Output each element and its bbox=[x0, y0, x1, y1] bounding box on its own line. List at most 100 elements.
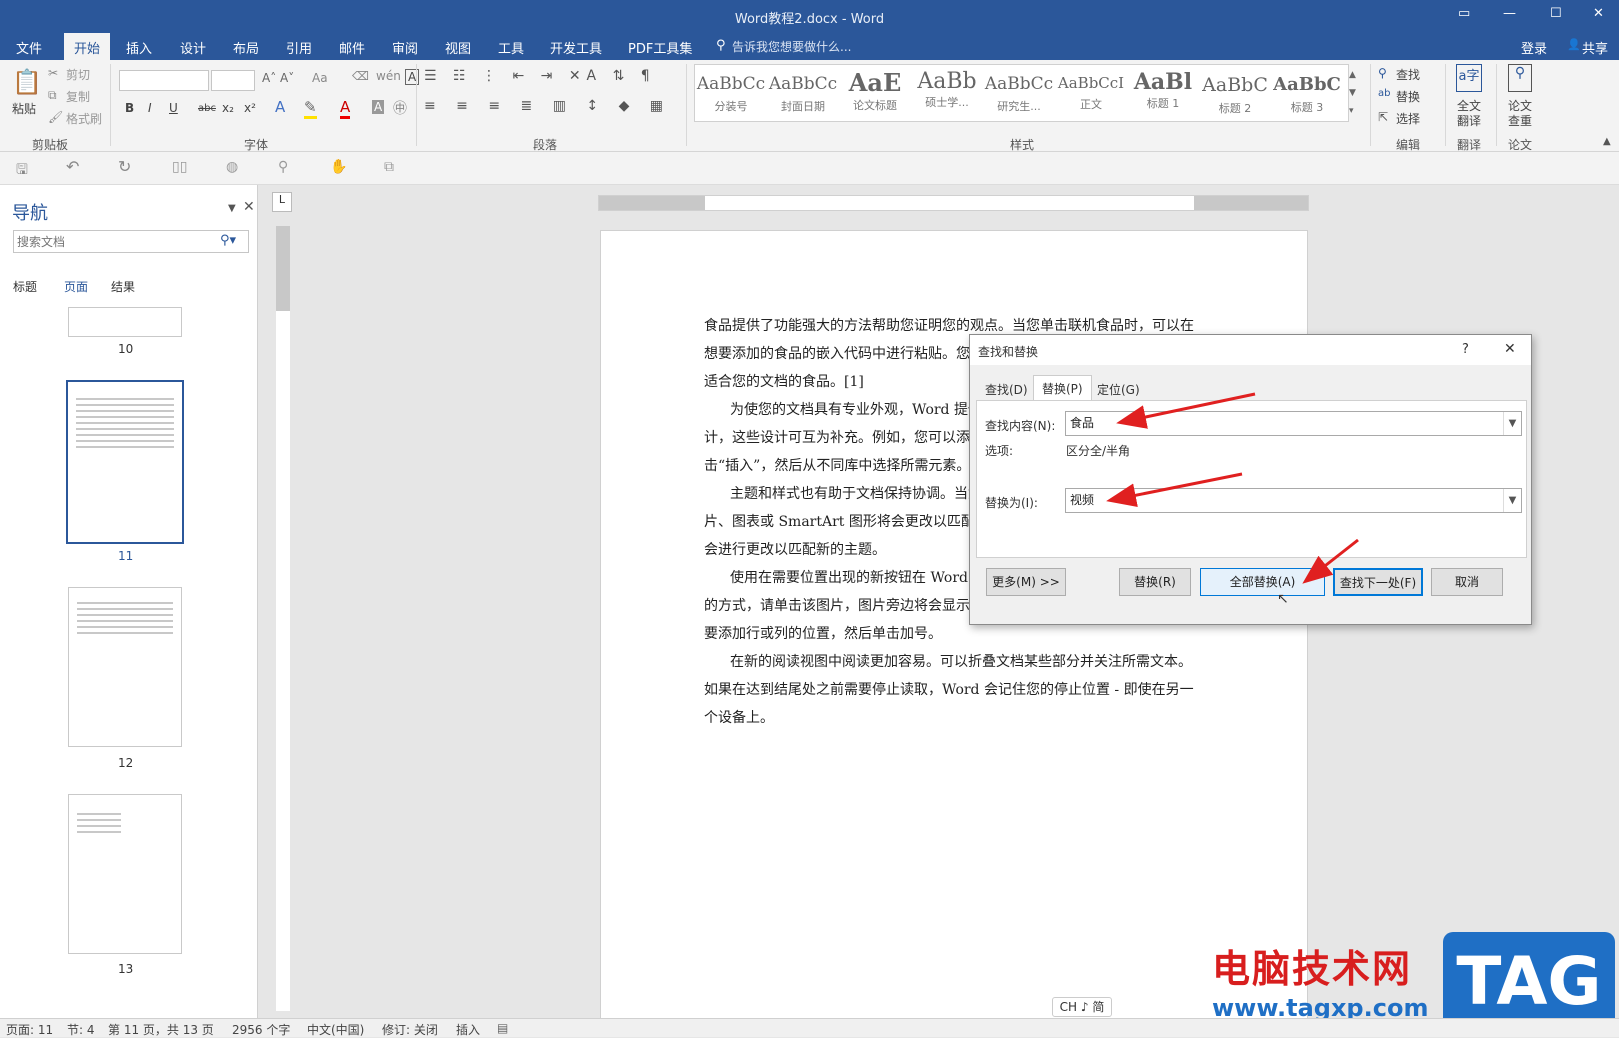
bold-button[interactable]: B bbox=[125, 101, 134, 115]
arrow-to-replace-all bbox=[1302, 538, 1359, 584]
status-pages[interactable]: 第 11 页，共 13 页 bbox=[108, 1021, 214, 1038]
underline-button[interactable]: U bbox=[169, 101, 178, 115]
macro-icon[interactable]: ▤ bbox=[497, 1021, 508, 1035]
undo-icon[interactable]: ↶ bbox=[66, 157, 79, 176]
maximize-button[interactable]: ☐ bbox=[1550, 6, 1562, 21]
tab-pdf-tools[interactable]: PDF工具集 bbox=[628, 38, 692, 57]
char-border-icon[interactable]: A bbox=[405, 69, 420, 85]
tell-me-input[interactable]: 告诉我您想要做什么... bbox=[732, 38, 851, 55]
nav-close-icon[interactable]: ✕ bbox=[243, 199, 255, 215]
translate-icon[interactable]: a字 bbox=[1456, 64, 1482, 92]
change-case-icon[interactable]: Aa bbox=[312, 71, 328, 85]
font-color-icon[interactable]: A bbox=[340, 98, 351, 119]
status-words[interactable]: 2956 个字 bbox=[232, 1021, 290, 1038]
login-link[interactable]: 登录 bbox=[1521, 38, 1547, 57]
superscript-button[interactable]: x² bbox=[244, 101, 256, 115]
collapse-ribbon-icon[interactable]: ▲ bbox=[1603, 136, 1611, 147]
style-item[interactable]: AaBbC 标题 3 bbox=[1272, 66, 1342, 120]
touch-icon[interactable]: ✋ bbox=[330, 159, 347, 175]
status-insert-mode[interactable]: 插入 bbox=[456, 1021, 480, 1038]
tab-references[interactable]: 引用 bbox=[286, 38, 312, 57]
web-icon[interactable]: ◍ bbox=[226, 159, 238, 175]
share-button[interactable]: 共享 bbox=[1582, 38, 1608, 57]
tab-review[interactable]: 审阅 bbox=[392, 38, 418, 57]
paste-button[interactable]: 粘贴 bbox=[12, 100, 36, 117]
styles-scroll-icon[interactable]: ▲ ▼ ▾ bbox=[1349, 66, 1356, 120]
alignment-icons[interactable]: ≡ ≡ ≡ ≣ ▥ ↕ ◆ ▦ bbox=[424, 98, 671, 114]
font-name-select[interactable] bbox=[119, 70, 209, 91]
char-shading-icon[interactable]: A bbox=[372, 100, 385, 114]
help-icon[interactable]: ? bbox=[1462, 342, 1469, 357]
select-button[interactable]: 选择 bbox=[1396, 110, 1420, 127]
highlight-icon[interactable]: ✎ bbox=[304, 98, 317, 119]
preview-icon[interactable]: ⚲ bbox=[278, 159, 288, 175]
status-section[interactable]: 节: 4 bbox=[67, 1021, 95, 1038]
style-item[interactable]: AaBbCcI 正文 bbox=[1056, 66, 1126, 120]
status-track-changes[interactable]: 修订: 关闭 bbox=[382, 1021, 438, 1038]
tab-stop-selector[interactable]: L bbox=[272, 192, 292, 212]
nav-tab-headings[interactable]: 标题 bbox=[13, 278, 37, 295]
page-thumbnail[interactable] bbox=[68, 794, 182, 954]
cancel-button[interactable]: 取消 bbox=[1431, 568, 1503, 596]
cut-button[interactable]: 剪切 bbox=[66, 66, 90, 83]
paper-check-icon[interactable]: ⚲ bbox=[1508, 64, 1532, 92]
tab-tools[interactable]: 工具 bbox=[498, 38, 524, 57]
tab-developer[interactable]: 开发工具 bbox=[550, 38, 602, 57]
page-thumbnail[interactable] bbox=[68, 587, 182, 747]
paragraph-group-label: 段落 bbox=[533, 138, 558, 152]
style-item[interactable]: AaE 论文标题 bbox=[840, 66, 910, 120]
format-painter-button[interactable]: 格式刷 bbox=[66, 110, 102, 127]
nav-tab-pages[interactable]: 页面 bbox=[64, 278, 88, 295]
style-item[interactable]: AaBl 标题 1 bbox=[1128, 66, 1198, 120]
title-bar: Word教程2.docx - Word ▭ — ☐ ✕ bbox=[0, 0, 1619, 33]
clear-format-icon[interactable]: ⌫ bbox=[352, 69, 369, 83]
nav-tab-results[interactable]: 结果 bbox=[111, 278, 135, 295]
save-icon[interactable]: 🖫 bbox=[16, 159, 28, 183]
enclose-char-icon[interactable]: ㊥ bbox=[393, 98, 407, 118]
ribbon-display-icon[interactable]: ▭ bbox=[1458, 6, 1470, 21]
subscript-button[interactable]: x₂ bbox=[222, 101, 234, 115]
strikethrough-button[interactable]: abc bbox=[198, 103, 216, 114]
dialog-tab-find[interactable]: 查找(D) bbox=[977, 377, 1036, 401]
redo-icon[interactable]: ↻ bbox=[118, 157, 131, 176]
window-icon[interactable]: ⧉ bbox=[384, 159, 394, 175]
grow-font-icon[interactable]: A˄ A˅ bbox=[262, 71, 294, 85]
layout-icon[interactable]: ▯▯ bbox=[172, 159, 187, 175]
paste-icon[interactable]: 📋 bbox=[12, 68, 42, 96]
phonetic-icon[interactable]: wén bbox=[376, 69, 401, 83]
text-effects-icon[interactable]: A bbox=[275, 98, 285, 116]
nav-options-icon[interactable]: ▼ bbox=[228, 203, 236, 214]
chevron-down-icon[interactable]: ▼ bbox=[1503, 489, 1521, 512]
copy-button[interactable]: 复制 bbox=[66, 88, 90, 105]
ime-indicator[interactable]: CH ♪ 简 bbox=[1052, 997, 1112, 1017]
status-language[interactable]: 中文(中国) bbox=[307, 1021, 364, 1038]
find-button[interactable]: 查找 bbox=[1396, 66, 1420, 83]
search-icon[interactable]: ⚲▾ bbox=[220, 233, 236, 248]
tab-insert[interactable]: 插入 bbox=[126, 38, 152, 57]
replace-ribbon-button[interactable]: 替换 bbox=[1396, 88, 1420, 105]
tab-design[interactable]: 设计 bbox=[180, 38, 206, 57]
style-item[interactable]: AaBbCc 分装号 bbox=[696, 66, 766, 120]
nav-search-input[interactable] bbox=[13, 230, 249, 253]
ribbon-tabs: 文件 开始 插入 设计 布局 引用 邮件 审阅 视图 工具 开发工具 PDF工具… bbox=[0, 33, 1619, 60]
close-button[interactable]: ✕ bbox=[1593, 6, 1604, 21]
tab-mailings[interactable]: 邮件 bbox=[339, 38, 365, 57]
chevron-down-icon[interactable]: ▼ bbox=[1503, 412, 1521, 435]
page-thumbnail-selected[interactable] bbox=[66, 380, 184, 544]
style-item[interactable]: AaBbC 标题 2 bbox=[1200, 66, 1270, 120]
tab-view[interactable]: 视图 bbox=[445, 38, 471, 57]
italic-button[interactable]: I bbox=[148, 101, 152, 115]
more-button[interactable]: 更多(M) >> bbox=[986, 568, 1066, 596]
font-size-select[interactable] bbox=[211, 70, 255, 91]
page-thumbnail[interactable] bbox=[68, 307, 182, 337]
list-icons[interactable]: ☰ ☷ ⋮ ⇤ ⇥ ✕A ⇅ ¶ bbox=[424, 68, 656, 84]
style-item[interactable]: AaBbCc 封面日期 bbox=[768, 66, 838, 120]
status-page[interactable]: 页面: 11 bbox=[6, 1021, 53, 1038]
dialog-close-icon[interactable]: ✕ bbox=[1504, 341, 1516, 357]
tab-file[interactable]: 文件 bbox=[16, 38, 42, 57]
style-item[interactable]: AaBb 硕士学... bbox=[912, 66, 982, 120]
style-item[interactable]: AaBbCc 研究生... bbox=[984, 66, 1054, 120]
tab-layout[interactable]: 布局 bbox=[233, 38, 259, 57]
tab-home[interactable]: 开始 bbox=[64, 33, 111, 60]
minimize-button[interactable]: — bbox=[1503, 6, 1516, 21]
